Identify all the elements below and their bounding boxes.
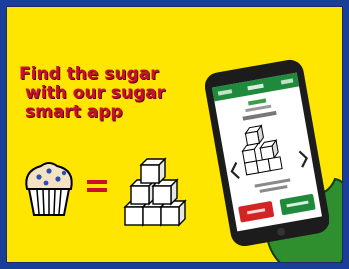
muffin-icon	[25, 162, 73, 216]
promo-panel: Find the sugar with our sugar smart app	[6, 6, 343, 263]
headline-line-1: Find the sugar	[19, 64, 159, 84]
headline-line-3: smart app	[25, 102, 123, 122]
headline-line-2: with our sugar	[25, 83, 166, 103]
equals-sign-icon	[87, 180, 107, 192]
sugar-app-promo: Find the sugar with our sugar smart app	[0, 0, 349, 269]
smartphone	[205, 59, 329, 247]
sugar-cubes-icon	[124, 158, 186, 226]
promo-headline: Find the sugar with our sugar smart app	[19, 65, 199, 122]
